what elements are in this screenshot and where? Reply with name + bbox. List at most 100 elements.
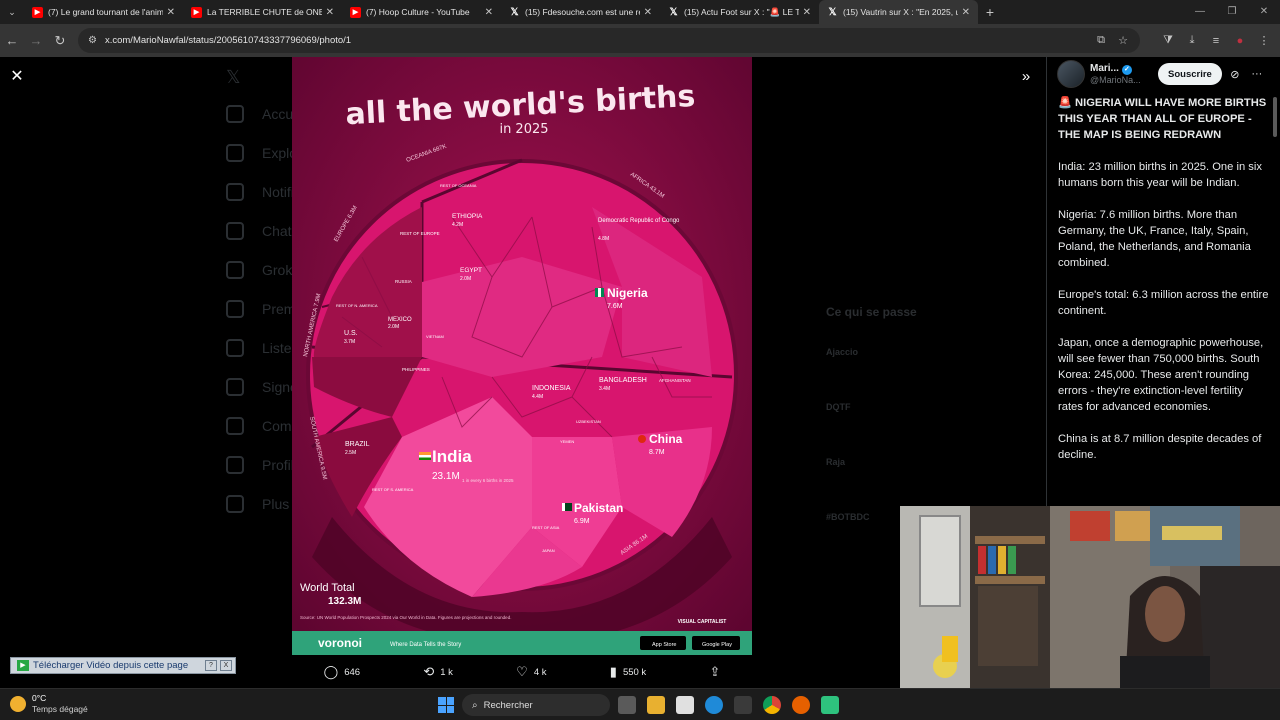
green-app-icon[interactable] [821,696,839,714]
cell-ethiopia-value: 4.2M [452,222,463,228]
site-info-icon[interactable]: ⚙ [88,35,97,46]
x-icon: 𝕏 [828,6,837,18]
tab-title[interactable]: La TERRIBLE CHUTE de ONE PU [207,7,322,17]
sidebar-item-icon [226,339,244,357]
cell-ethiopia-name: ETHIOPIA [452,213,483,220]
tab-close-icon[interactable]: ✕ [644,7,652,18]
tweet-paragraph: China is at 8.7 million despite decades … [1058,433,1262,461]
browser-tab[interactable]: 𝕏 (15) Vautrin sur X : "En 2025, un ✕ [819,0,978,24]
cell-bangladesh-name: BANGLADESH [599,377,647,384]
media-icon[interactable]: ≡ [1204,35,1228,47]
profile-avatar[interactable]: ● [1228,35,1252,47]
task-view-icon[interactable] [618,696,636,714]
downloads-icon[interactable]: ⤓ [1180,34,1204,47]
cell-egypt-value: 2.0M [460,276,471,282]
author-handle[interactable]: @MarioNa... [1090,75,1150,85]
reply-count: 646 [344,666,361,678]
weather-widget[interactable]: 0°C Temps dégagé [10,693,88,715]
sidebar-item-icon [226,261,244,279]
voronoi-logo: voronoi [318,636,362,650]
views-button[interactable]: ▮ 550 k [610,664,646,680]
firefox-icon[interactable] [792,696,810,714]
births-infographic-image[interactable]: all the world's births in 2025 in 2025 O… [292,57,752,655]
download-video-bar[interactable]: ▶ Télécharger Vidéo depuis cette page ? … [10,657,236,674]
window-controls: — ❐ ✕ [1184,0,1280,24]
tab-title[interactable]: (15) Vautrin sur X : "En 2025, un [843,7,958,17]
url-text[interactable]: x.com/MarioNawfal/status/200561074333779… [105,35,351,46]
close-viewer-button[interactable]: ✕ [8,68,26,86]
youtube-icon: ▶ [350,6,361,18]
author-name[interactable]: Mari... [1090,63,1119,74]
browser-menu-icon[interactable]: ⋮ [1252,34,1276,47]
back-icon[interactable]: ← [0,33,24,48]
author-avatar[interactable] [1057,60,1085,88]
x-icon: 𝕏 [669,6,678,18]
tab-close-icon[interactable]: ✕ [326,7,334,18]
view-count: 550 k [622,666,647,678]
tab-close-icon[interactable]: ✕ [167,7,175,18]
world-total-value: 132.3M [328,596,361,607]
browser-tab[interactable]: ▶ La TERRIBLE CHUTE de ONE PU ✕ [183,0,342,24]
cell-china-name: China [649,432,683,446]
taskbar-search-placeholder: Rechercher [483,699,533,711]
share-icon: ⇪ [709,664,721,679]
tab-title[interactable]: (7) Le grand tournant de l'anim [48,7,163,17]
close-window-icon[interactable]: ✕ [1248,0,1280,24]
forward-icon[interactable]: → [24,33,48,48]
browser-tab[interactable]: 𝕏 (15) Actu Foot sur X : "🚨 LE TA ✕ [660,0,819,24]
more-options-icon[interactable]: ··· [1248,68,1266,80]
download-video-label[interactable]: Télécharger Vidéo depuis cette page [33,660,205,671]
browser-tab[interactable]: 𝕏 (15) Fdesouche.com est une re ✕ [501,0,660,24]
tweet-paragraph: Japan, once a demographic powerhouse, wi… [1058,337,1264,413]
browser-tab[interactable]: ▶ (7) Le grand tournant de l'anim ✕ [24,0,183,24]
expand-panel-button[interactable]: » [1016,68,1036,86]
windows-taskbar: 0°C Temps dégagé ⌕ Rechercher [0,688,1280,720]
tab-search-icon[interactable]: ⌄ [0,0,24,24]
reply-icon: ◯ [323,664,339,679]
tab-close-icon[interactable]: ✕ [485,7,493,18]
edge-icon[interactable] [705,696,723,714]
file-explorer-icon[interactable] [647,696,665,714]
close-download-bar-icon[interactable]: X [220,660,232,671]
share-button[interactable]: ⇪ [709,664,720,680]
tab-title[interactable]: (15) Fdesouche.com est une re [525,7,640,17]
sidebar-item-icon [226,105,244,123]
subscribe-button[interactable]: Souscrire [1158,63,1222,85]
new-tab-button[interactable]: + [978,4,1002,20]
address-bar[interactable]: ⚙ x.com/MarioNawfal/status/2005610743337… [78,28,1140,53]
tab-close-icon[interactable]: ✕ [962,7,970,18]
minimize-icon[interactable]: — [1184,0,1216,24]
dimmed-sidebar-item: Grok [226,261,292,279]
sidebar-item-label: Grok [262,262,293,278]
notepad-icon[interactable] [676,696,694,714]
browser-tab[interactable]: ▶ (7) Hoop Culture - YouTube ✕ [342,0,501,24]
windows-start-icon[interactable] [438,697,454,713]
taskbar-search[interactable]: ⌕ Rechercher [462,694,610,716]
like-button[interactable]: ♡ 4 k [516,664,546,680]
reply-button[interactable]: ◯ 646 [324,664,360,680]
extensions-icon[interactable]: ⧩ [1156,34,1180,47]
repost-button[interactable]: ⟲ 1 k [423,664,453,680]
heart-icon: ♡ [516,664,528,679]
panel-scrollbar[interactable] [1273,97,1277,137]
bookmark-star-icon[interactable]: ☆ [1112,34,1134,47]
cell-rest-of-europe-name: REST OF EUROPE [400,231,440,236]
grok-icon[interactable]: ⊘ [1226,68,1244,81]
help-icon[interactable]: ? [205,660,217,671]
reload-icon[interactable]: ↻ [48,33,72,49]
tweet-paragraph: Europe's total: 6.3 million across the e… [1058,289,1269,317]
cell-egypt-name: EGYPT [460,267,482,274]
dimmed-sidebar-item: Chat [226,222,292,240]
tab-close-icon[interactable]: ✕ [803,7,811,18]
tab-title[interactable]: (15) Actu Foot sur X : "🚨 LE TA [684,7,799,18]
chrome-icon[interactable] [763,696,781,714]
cell-yemen-name: YEMEN [560,439,574,444]
cell-india-note: 1 in every 6 births in 2025 [462,478,514,483]
store-icon[interactable] [734,696,752,714]
cell-rest-of-asia-name: REST OF ASIA [532,525,560,530]
tab-title[interactable]: (7) Hoop Culture - YouTube [366,7,481,17]
author-names[interactable]: Mari... ✓ @MarioNa... [1090,63,1150,85]
install-app-icon[interactable]: ⧉ [1090,34,1112,47]
sidebar-item-label: Plus [262,496,290,512]
maximize-icon[interactable]: ❐ [1216,0,1248,24]
